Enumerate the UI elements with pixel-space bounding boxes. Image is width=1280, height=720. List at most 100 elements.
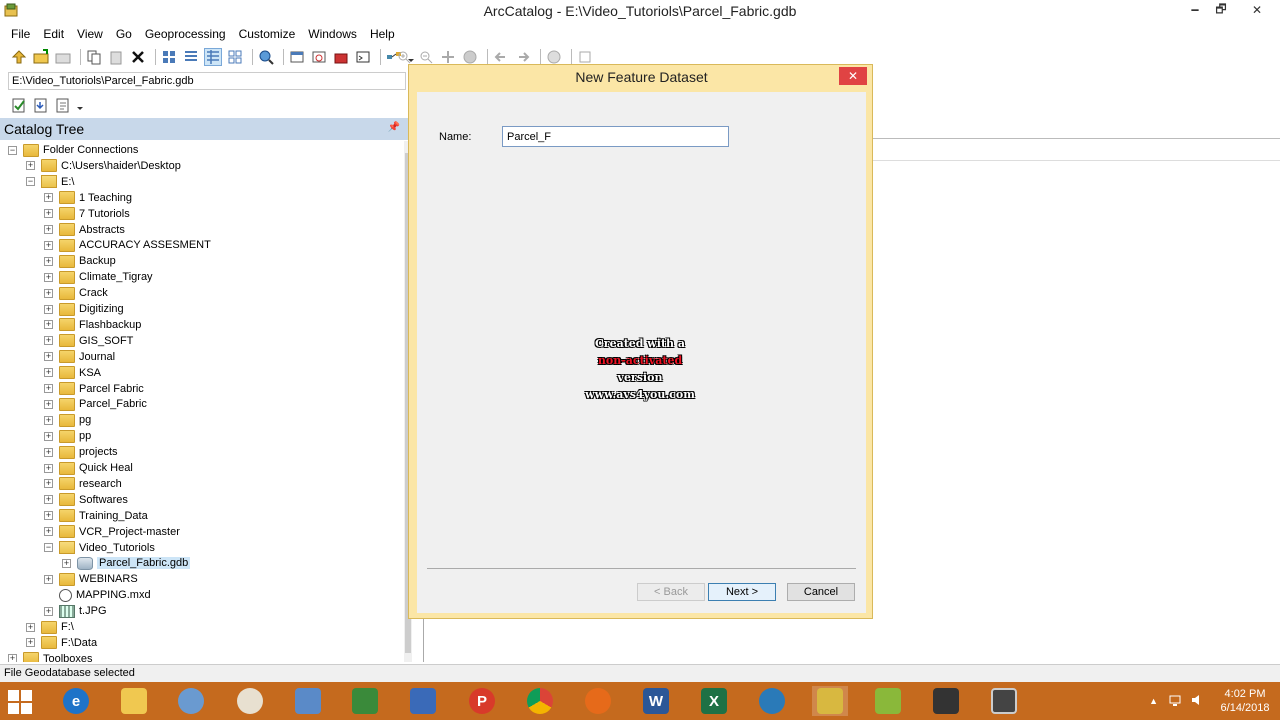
expand-toggle-icon[interactable]: +: [44, 574, 53, 584]
expand-toggle-icon[interactable]: +: [26, 161, 35, 171]
expand-toggle-icon[interactable]: +: [44, 463, 53, 473]
tree-item[interactable]: + Parcel_Fabric: [44, 396, 147, 412]
arccatalog-taskbar-icon[interactable]: [812, 686, 848, 716]
pin-icon[interactable]: 📌: [388, 122, 400, 133]
tree-item[interactable]: + pp: [44, 428, 91, 444]
maximize-button[interactable]: 🗗: [1208, 0, 1234, 20]
psiphon-icon[interactable]: P: [464, 686, 500, 716]
menu-windows[interactable]: Windows: [303, 27, 362, 41]
close-button[interactable]: ✕: [1234, 0, 1280, 20]
menu-customize[interactable]: Customize: [234, 27, 301, 41]
launch-arcmap-icon[interactable]: [257, 48, 275, 66]
expand-toggle-icon[interactable]: +: [44, 511, 53, 521]
file-explorer-icon[interactable]: [116, 686, 152, 716]
import-metadata-icon[interactable]: [32, 96, 50, 114]
screen-recorder-icon[interactable]: [986, 686, 1022, 716]
menu-view[interactable]: View: [72, 27, 108, 41]
expand-toggle-icon[interactable]: +: [44, 320, 53, 330]
expand-toggle-icon[interactable]: +: [44, 240, 53, 250]
collapse-toggle-icon[interactable]: −: [44, 543, 53, 552]
menu-geoprocessing[interactable]: Geoprocessing: [140, 27, 231, 41]
internet-explorer-icon[interactable]: e: [58, 686, 94, 716]
tree-item[interactable]: + VCR_Project-master: [44, 524, 180, 540]
tree-item[interactable]: + C:\Users\haider\Desktop: [26, 158, 181, 174]
thumbnails-view-icon[interactable]: [226, 48, 244, 66]
catalog-window-icon[interactable]: [288, 48, 306, 66]
network-icon[interactable]: [1168, 693, 1182, 710]
collapse-toggle-icon[interactable]: −: [26, 177, 35, 187]
expand-toggle-icon[interactable]: +: [62, 558, 71, 568]
lightning-icon[interactable]: [870, 686, 906, 716]
chrome-icon[interactable]: [522, 686, 558, 716]
tree-item[interactable]: + ACCURACY ASSESMENT: [44, 237, 211, 253]
menu-go[interactable]: Go: [111, 27, 137, 41]
tree-item[interactable]: + Flashbackup: [44, 317, 141, 333]
expand-toggle-icon[interactable]: +: [44, 352, 53, 362]
expand-toggle-icon[interactable]: +: [44, 399, 53, 409]
tree-item[interactable]: + KSA: [44, 365, 101, 381]
volume-icon[interactable]: [1190, 693, 1204, 710]
expand-toggle-icon[interactable]: +: [44, 256, 53, 266]
metadata-options-icon[interactable]: [76, 96, 84, 114]
expand-toggle-icon[interactable]: +: [26, 622, 35, 632]
expand-toggle-icon[interactable]: +: [44, 304, 53, 314]
calculator-icon[interactable]: [290, 686, 326, 716]
validate-metadata-icon[interactable]: [10, 96, 28, 114]
project-chart-icon[interactable]: [347, 686, 383, 716]
expand-toggle-icon[interactable]: +: [44, 527, 53, 537]
tree-item[interactable]: + Parcel_Fabric.gdb: [62, 555, 191, 571]
tree-item[interactable]: +7 Tutoriols: [44, 206, 130, 222]
tree-item[interactable]: + Parcel Fabric: [44, 381, 144, 397]
excel-icon[interactable]: X: [696, 686, 732, 716]
cancel-button[interactable]: Cancel: [787, 583, 855, 601]
tree-item[interactable]: + Toolboxes: [8, 651, 93, 662]
tray-expand-icon[interactable]: ▲: [1149, 696, 1158, 706]
expand-toggle-icon[interactable]: +: [8, 654, 17, 662]
list-view-icon[interactable]: [182, 48, 200, 66]
tree-item[interactable]: + Digitizing: [44, 301, 124, 317]
expand-toggle-icon[interactable]: +: [44, 415, 53, 425]
python-window-icon[interactable]: [354, 48, 372, 66]
disconnect-folder-icon[interactable]: [54, 48, 72, 66]
tree-item[interactable]: + research: [44, 476, 122, 492]
large-icons-view-icon[interactable]: [160, 48, 178, 66]
search-magnifier-icon[interactable]: [754, 686, 790, 716]
tree-item[interactable]: +1 Teaching: [44, 190, 132, 206]
expand-toggle-icon[interactable]: +: [44, 368, 53, 378]
video-editor-icon[interactable]: [928, 686, 964, 716]
paste-icon[interactable]: [107, 48, 125, 66]
expand-toggle-icon[interactable]: +: [44, 447, 53, 457]
expand-toggle-icon[interactable]: +: [44, 209, 53, 219]
tree-item[interactable]: + F:\: [26, 619, 74, 635]
tree-item[interactable]: + Abstracts: [44, 222, 125, 238]
expand-toggle-icon[interactable]: +: [26, 638, 35, 648]
back-button[interactable]: < Back: [637, 583, 705, 601]
tree-item[interactable]: − E:\: [26, 174, 74, 190]
details-view-icon[interactable]: [204, 48, 222, 66]
tree-item[interactable]: + Backup: [44, 253, 116, 269]
tree-item[interactable]: + Softwares: [44, 492, 128, 508]
expand-toggle-icon[interactable]: +: [44, 431, 53, 441]
keyboard-icon[interactable]: [405, 686, 441, 716]
tree-item[interactable]: + Crack: [44, 285, 108, 301]
arctoolbox-icon[interactable]: [332, 48, 350, 66]
expand-toggle-icon[interactable]: +: [44, 288, 53, 298]
copy-icon[interactable]: [85, 48, 103, 66]
expand-toggle-icon[interactable]: +: [44, 193, 53, 203]
tree-item[interactable]: + Journal: [44, 349, 115, 365]
tree-item[interactable]: + t.JPG: [44, 603, 107, 619]
search-window-icon[interactable]: [310, 48, 328, 66]
expand-toggle-icon[interactable]: +: [44, 479, 53, 489]
connect-folder-icon[interactable]: [32, 48, 50, 66]
tree-item[interactable]: + WEBINARS: [44, 571, 138, 587]
tree-item[interactable]: + GIS_SOFT: [44, 333, 133, 349]
name-input[interactable]: [502, 126, 729, 147]
arcmap-globe-icon[interactable]: [173, 686, 209, 716]
tree-item[interactable]: + Quick Heal: [44, 460, 133, 476]
tree-item[interactable]: + F:\Data: [26, 635, 97, 651]
word-icon[interactable]: W: [638, 686, 674, 716]
up-one-level-icon[interactable]: [10, 48, 28, 66]
tree-item[interactable]: MAPPING.mxd: [44, 587, 151, 603]
export-metadata-icon[interactable]: [54, 96, 72, 114]
location-input[interactable]: E:\Video_Tutoriols\Parcel_Fabric.gdb: [8, 72, 406, 90]
